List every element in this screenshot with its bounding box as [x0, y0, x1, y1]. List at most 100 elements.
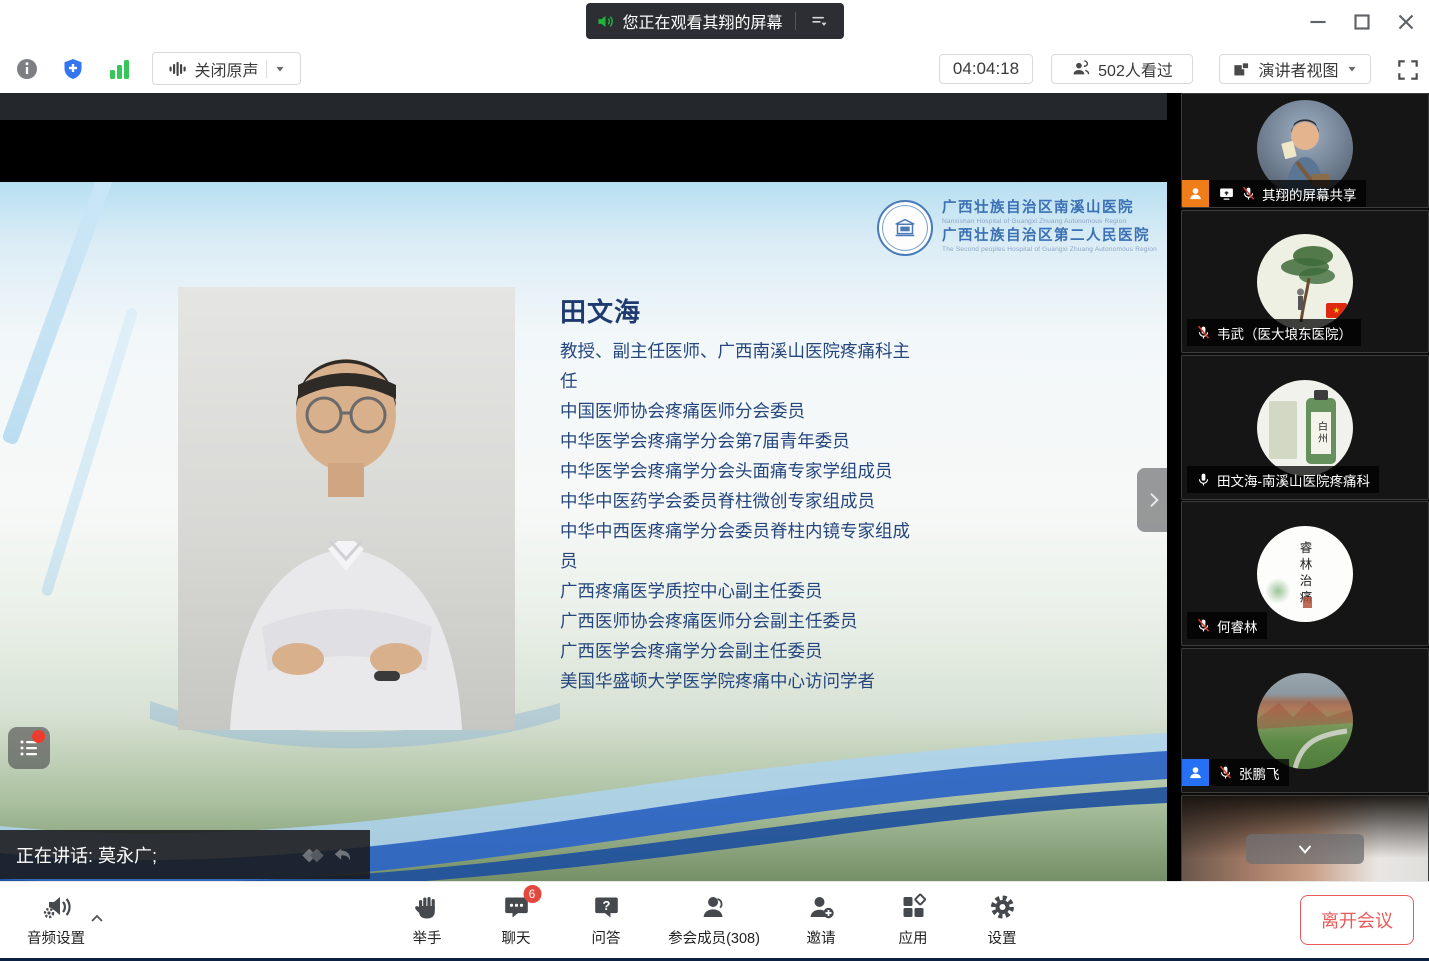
invite-icon: [807, 892, 835, 922]
flag-badge: ★: [1326, 303, 1347, 318]
qa-label: 问答: [592, 927, 621, 948]
settings-label: 设置: [988, 927, 1017, 948]
mic-muted-icon: [1218, 765, 1233, 780]
banner-divider: [795, 12, 796, 30]
slide-credentials-list: 教授、副主任医师、广西南溪山医院疼痛科主任 中国医师协会疼痛医师分会委员 中华医…: [560, 336, 912, 696]
top-toolbar: 关闭原声 04:04:18 502人看过 演讲者视图: [0, 45, 1429, 93]
svg-text:?: ?: [602, 898, 610, 913]
participant-tile[interactable]: 其翔的屏幕共享: [1181, 93, 1429, 208]
bottom-toolbar: 音频设置 举手: [0, 881, 1429, 958]
participants-sidebar: 其翔的屏幕共享 ★: [1181, 93, 1429, 961]
hospital-name-en-2: The Second peoples Hospital of Guangxi Z…: [942, 246, 1157, 253]
speaking-status-bar: 正在讲话: 莫永广;: [0, 830, 370, 879]
watching-banner: 您正在观看其翔的屏幕: [585, 3, 843, 39]
hospital-logo: 广西壮族自治区南溪山医院 Nanxishan Hospital of Guang…: [877, 200, 1157, 256]
chat-button[interactable]: 6 聊天: [502, 892, 531, 948]
speaking-status-text: 正在讲话: 莫永广;: [16, 842, 157, 868]
avatar: [1257, 673, 1353, 769]
avatar: ★: [1257, 234, 1353, 330]
credential-line: 广西医学会疼痛学分会副主任委员: [560, 636, 912, 666]
meeting-timer: 04:04:18: [939, 54, 1033, 84]
original-sound-button[interactable]: 关闭原声: [152, 52, 301, 85]
original-sound-label: 关闭原声: [194, 57, 258, 81]
settings-button[interactable]: 设置: [988, 892, 1017, 948]
audio-settings-icon: [40, 892, 72, 922]
health-shield-icon[interactable]: [60, 56, 86, 82]
layout-icon: [1232, 60, 1251, 79]
chat-icon: 6: [502, 892, 530, 922]
participant-name: 韦武（医大埌东医院）: [1217, 323, 1352, 343]
invite-button[interactable]: 邀请: [807, 892, 836, 948]
qa-button[interactable]: ? 问答: [592, 892, 621, 948]
speaker-portrait-photo: [178, 287, 515, 730]
hospital-name-zh-2: 广西壮族自治区第二人民医院: [942, 228, 1157, 245]
chat-unread-badge: 6: [523, 885, 541, 903]
meeting-window: 您正在观看其翔的屏幕: [0, 0, 1429, 961]
meeting-info-icon[interactable]: [14, 56, 40, 82]
viewers-icon: [1071, 59, 1091, 79]
participant-name: 田文海-南溪山医院疼痛科: [1217, 470, 1370, 490]
stage-top-strip: [0, 93, 1167, 120]
credential-line: 广西医师协会疼痛医师分会副主任委员: [560, 606, 912, 636]
fullscreen-button[interactable]: [1394, 56, 1422, 84]
slide-speaker-name: 田文海: [560, 292, 641, 329]
sidebar-collapse-handle[interactable]: [1137, 468, 1167, 532]
avatar: 睿林治痛: [1257, 526, 1353, 622]
qa-icon: ?: [592, 892, 620, 922]
screen-share-icon: [1218, 185, 1235, 202]
member-badge-icon: [1182, 180, 1209, 207]
mic-muted-icon: [1196, 618, 1211, 633]
minimize-button[interactable]: [1303, 7, 1333, 37]
chevron-down-icon: [1295, 839, 1315, 859]
avatar-label: 白州: [1311, 412, 1331, 454]
close-button[interactable]: [1391, 7, 1421, 37]
gear-icon: [988, 892, 1016, 922]
participant-tile[interactable]: 白州 田文海-南溪山医院疼痛科: [1181, 355, 1429, 500]
participant-name: 张鹏飞: [1239, 763, 1280, 783]
participant-name: 何睿林: [1217, 616, 1258, 636]
timer-value: 04:04:18: [953, 59, 1019, 79]
message-list-button[interactable]: [8, 727, 50, 769]
collapse-tiles-button[interactable]: [1246, 834, 1364, 864]
mic-muted-icon: [1196, 325, 1211, 340]
participant-tile[interactable]: 张鹏飞: [1181, 648, 1429, 793]
view-mode-button[interactable]: 演讲者视图: [1219, 54, 1371, 84]
credential-line: 中华中西医疼痛学分会委员脊柱内镜专家组成员: [560, 516, 912, 576]
maximize-button[interactable]: [1347, 7, 1377, 37]
credential-line: 中华医学会疼痛学分会头面痛专家学组成员: [560, 456, 912, 486]
participant-tile[interactable]: ★ 韦武（医大埌东医院）: [1181, 210, 1429, 353]
participants-button[interactable]: 参会成员(308): [668, 892, 760, 948]
invite-label: 邀请: [807, 927, 836, 948]
speaker-icon: [595, 12, 614, 31]
slide-ribbon-graphic: [40, 307, 138, 597]
apps-button[interactable]: 应用: [899, 892, 928, 948]
audio-settings-label: 音频设置: [27, 927, 85, 948]
hospital-name-en-1: Nanxishan Hospital of Guangxi Zhuang Aut…: [942, 218, 1157, 225]
participant-name: 其翔的屏幕共享: [1262, 184, 1357, 204]
audio-settings-button[interactable]: 音频设置: [27, 892, 85, 948]
chevron-down-icon[interactable]: [274, 63, 286, 75]
viewers-count-button[interactable]: 502人看过: [1051, 54, 1193, 84]
network-signal-icon[interactable]: [106, 56, 132, 82]
avatar: 白州: [1257, 380, 1353, 476]
leave-meeting-button[interactable]: 离开会议: [1300, 895, 1414, 945]
credential-line: 教授、副主任医师、广西南溪山医院疼痛科主任: [560, 336, 912, 396]
raise-hand-icon: [413, 892, 441, 922]
apps-icon: [899, 892, 927, 922]
notification-dot: [32, 730, 45, 743]
chat-label: 聊天: [502, 927, 531, 948]
hospital-name-zh-1: 广西壮族自治区南溪山医院: [942, 200, 1157, 217]
chevron-right-icon: [1144, 490, 1164, 510]
viewers-label: 502人看过: [1098, 57, 1173, 81]
mic-on-icon: [1196, 472, 1211, 487]
member-badge-icon: [1182, 759, 1209, 786]
credential-line: 中华医学会疼痛学分会第7届青年委员: [560, 426, 912, 456]
banner-menu-icon[interactable]: [804, 7, 834, 35]
participant-tile[interactable]: 睿林治痛 何睿林: [1181, 501, 1429, 646]
presentation-slide: 广西壮族自治区南溪山医院 Nanxishan Hospital of Guang…: [0, 182, 1167, 881]
reply-arrow-icon: [332, 844, 354, 866]
raise-hand-button[interactable]: 举手: [413, 892, 442, 948]
audio-options-chevron[interactable]: [86, 908, 108, 930]
participants-icon: [700, 892, 728, 922]
view-mode-label: 演讲者视图: [1258, 57, 1338, 81]
